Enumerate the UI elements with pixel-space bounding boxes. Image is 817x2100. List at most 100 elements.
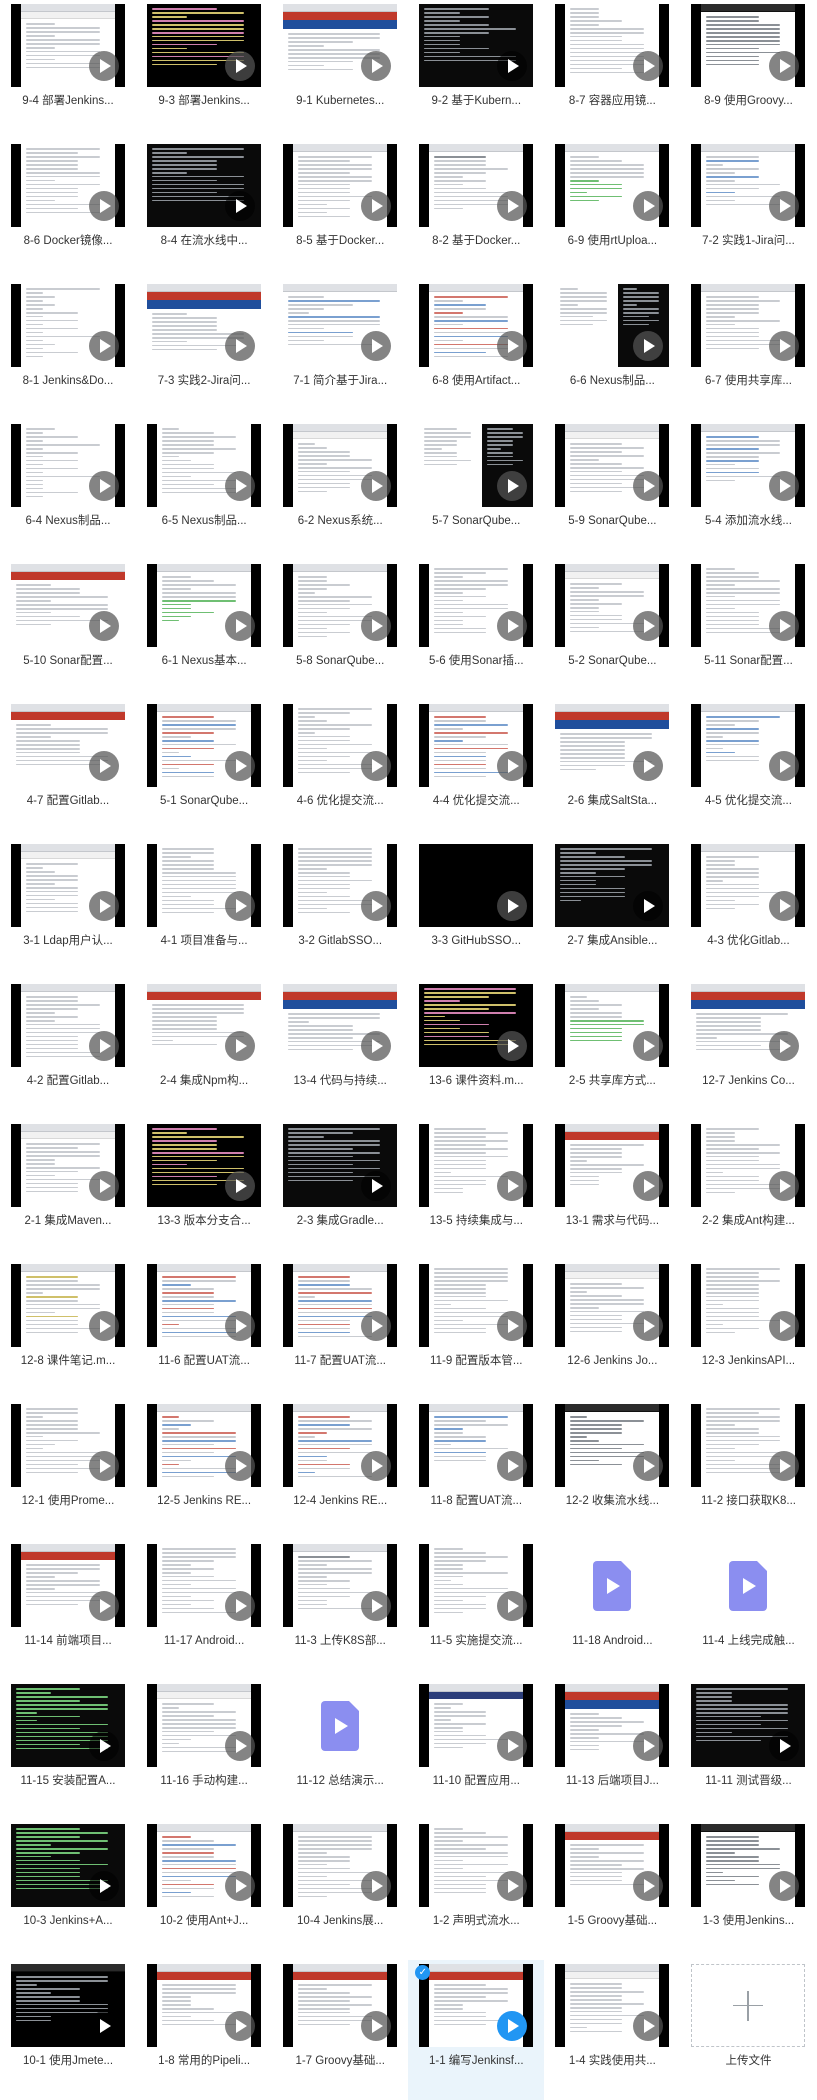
play-button-icon[interactable]	[89, 1031, 119, 1061]
video-thumbnail[interactable]	[691, 4, 806, 87]
video-card[interactable]: 11-6 配置UAT流...	[136, 1260, 272, 1400]
play-button-icon[interactable]	[89, 191, 119, 221]
video-thumbnail[interactable]	[11, 564, 125, 647]
video-card[interactable]: 8-5 基于Docker...	[272, 140, 408, 280]
video-thumbnail[interactable]	[11, 1264, 125, 1347]
video-card[interactable]: 11-10 配置应用...	[408, 1680, 544, 1820]
video-card[interactable]: 12-4 Jenkins RE...	[272, 1400, 408, 1540]
video-thumbnail[interactable]	[691, 844, 806, 927]
video-thumbnail[interactable]	[283, 564, 398, 647]
video-thumbnail[interactable]	[283, 1264, 398, 1347]
video-thumbnail[interactable]	[11, 984, 125, 1067]
video-thumbnail[interactable]	[419, 984, 534, 1067]
video-card[interactable]: 5-2 SonarQube...	[544, 560, 680, 700]
video-card[interactable]: 11-9 配置版本管...	[408, 1260, 544, 1400]
video-card[interactable]: 13-4 代码与持续...	[272, 980, 408, 1120]
video-thumbnail[interactable]	[691, 1824, 806, 1907]
video-thumbnail[interactable]	[691, 984, 806, 1067]
video-thumbnail[interactable]	[555, 564, 670, 647]
play-button-icon[interactable]	[89, 1871, 119, 1901]
video-card[interactable]: 13-3 版本分支合...	[136, 1120, 272, 1260]
video-card[interactable]: 5-4 添加流水线...	[680, 420, 816, 560]
video-thumbnail[interactable]	[419, 144, 534, 227]
video-card[interactable]: 9-4 部署Jenkins...	[0, 0, 136, 140]
video-card[interactable]: 5-11 Sonar配置...	[680, 560, 816, 700]
video-thumbnail[interactable]	[419, 1824, 534, 1907]
video-thumbnail[interactable]	[419, 1964, 534, 2047]
video-thumbnail[interactable]	[283, 4, 398, 87]
video-card[interactable]: 10-4 Jenkins展...	[272, 1820, 408, 1960]
video-card[interactable]: 1-4 实践使用共...	[544, 1960, 680, 2100]
video-thumbnail[interactable]	[147, 1684, 262, 1767]
video-card[interactable]: 2-7 集成Ansible...	[544, 840, 680, 980]
video-card[interactable]: 11-17 Android...	[136, 1540, 272, 1680]
video-thumbnail[interactable]	[283, 144, 398, 227]
video-thumbnail[interactable]	[11, 844, 125, 927]
play-button-icon[interactable]	[89, 1171, 119, 1201]
video-card[interactable]: 6-6 Nexus制品...	[544, 280, 680, 420]
video-thumbnail[interactable]	[555, 984, 670, 1067]
video-thumbnail[interactable]	[283, 284, 398, 367]
video-thumbnail[interactable]	[283, 1824, 398, 1907]
play-button-icon[interactable]	[89, 471, 119, 501]
video-thumbnail[interactable]	[419, 564, 534, 647]
video-thumbnail[interactable]	[147, 284, 262, 367]
video-card[interactable]: 11-13 后端项目J...	[544, 1680, 680, 1820]
play-button-icon[interactable]	[89, 2011, 119, 2041]
play-button-icon[interactable]	[225, 1171, 256, 1201]
video-card[interactable]: 12-2 收集流水线...	[544, 1400, 680, 1540]
video-card[interactable]: 11-18 Android...	[544, 1540, 680, 1680]
video-thumbnail[interactable]	[283, 1684, 398, 1767]
video-card[interactable]: 11-16 手动构建...	[136, 1680, 272, 1820]
video-thumbnail[interactable]	[691, 144, 806, 227]
video-card[interactable]: 1-7 Groovy基础...	[272, 1960, 408, 2100]
video-thumbnail[interactable]	[419, 1684, 534, 1767]
play-button-icon[interactable]	[225, 1591, 256, 1621]
video-thumbnail[interactable]	[419, 1264, 534, 1347]
video-card[interactable]: 11-11 测试晋级...	[680, 1680, 816, 1820]
video-card[interactable]: 8-6 Docker镜像...	[0, 140, 136, 280]
upload-dropzone[interactable]	[691, 1964, 806, 2047]
video-card[interactable]: 5-1 SonarQube...	[136, 700, 272, 840]
video-card[interactable]: 2-1 集成Maven...	[0, 1120, 136, 1260]
play-button-icon[interactable]	[89, 1451, 119, 1481]
play-button-icon[interactable]	[361, 1591, 392, 1621]
play-button-icon[interactable]	[361, 331, 392, 361]
video-card[interactable]: 3-3 GitHubSSO...	[408, 840, 544, 980]
video-card[interactable]: 6-8 使用Artifact...	[408, 280, 544, 420]
video-thumbnail[interactable]	[419, 1124, 534, 1207]
video-card[interactable]: 8-2 基于Docker...	[408, 140, 544, 280]
video-card[interactable]: 8-9 使用Groovy...	[680, 0, 816, 140]
video-thumbnail[interactable]	[11, 1684, 125, 1767]
upload-file-tile[interactable]: 上传文件	[680, 1960, 816, 2100]
video-thumbnail[interactable]	[555, 424, 670, 507]
video-thumbnail[interactable]	[283, 984, 398, 1067]
video-card[interactable]: 8-1 Jenkins&Do...	[0, 280, 136, 420]
video-card[interactable]: 13-6 课件资料.m...	[408, 980, 544, 1120]
video-card[interactable]: 12-3 JenkinsAPI...	[680, 1260, 816, 1400]
video-thumbnail[interactable]	[419, 4, 534, 87]
video-card[interactable]: 6-5 Nexus制品...	[136, 420, 272, 560]
video-card[interactable]: 11-2 接口获取K8...	[680, 1400, 816, 1540]
video-thumbnail[interactable]	[147, 984, 262, 1067]
video-card[interactable]: 12-1 使用Prome...	[0, 1400, 136, 1540]
video-card[interactable]: 1-3 使用Jenkins...	[680, 1820, 816, 1960]
video-card[interactable]: 7-1 简介基于Jira...	[272, 280, 408, 420]
video-thumbnail[interactable]	[147, 1404, 262, 1487]
play-button-icon[interactable]	[225, 611, 256, 641]
video-thumbnail[interactable]	[147, 564, 262, 647]
video-thumbnail[interactable]	[147, 1264, 262, 1347]
video-thumbnail[interactable]	[283, 844, 398, 927]
video-thumbnail[interactable]	[11, 704, 125, 787]
video-card[interactable]: 7-2 实践1-Jira问...	[680, 140, 816, 280]
video-thumbnail[interactable]	[147, 4, 262, 87]
video-card[interactable]: 1-8 常用的Pipeli...	[136, 1960, 272, 2100]
video-card[interactable]: 5-9 SonarQube...	[544, 420, 680, 560]
video-thumbnail[interactable]	[11, 1824, 125, 1907]
play-button-icon[interactable]	[361, 51, 392, 81]
play-button-icon[interactable]	[89, 331, 119, 361]
video-thumbnail[interactable]	[555, 1824, 670, 1907]
video-card[interactable]: 6-2 Nexus系统...	[272, 420, 408, 560]
video-card[interactable]: 11-4 上线完成触...	[680, 1540, 816, 1680]
video-card[interactable]: 11-5 实施提交流...	[408, 1540, 544, 1680]
